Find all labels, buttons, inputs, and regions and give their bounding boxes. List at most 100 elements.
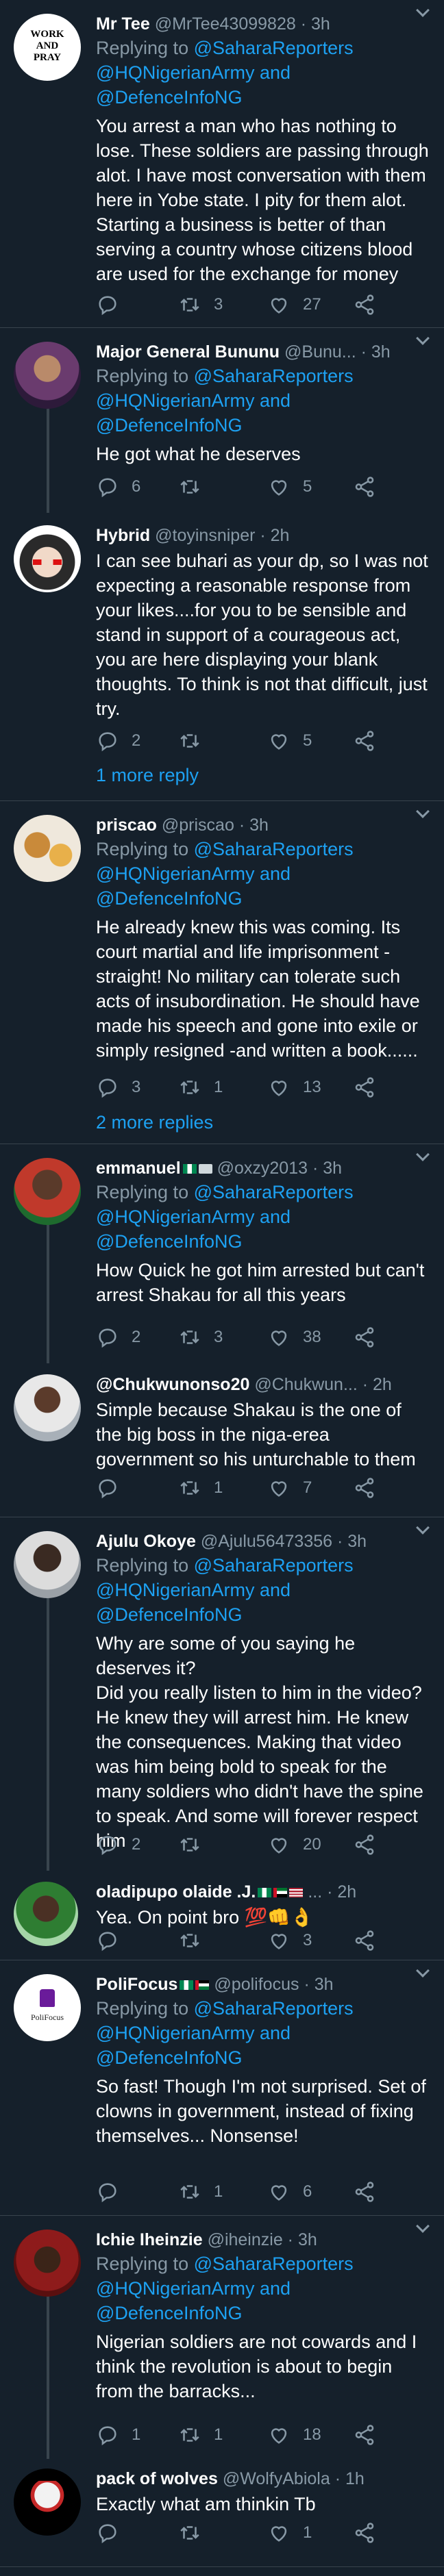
author-handle[interactable]: @priscao <box>162 816 234 835</box>
timestamp[interactable]: · 3h <box>361 342 391 362</box>
mention-link[interactable]: @SaharaReporters <box>194 2253 354 2274</box>
tweet[interactable]: pack of wolves @WolfyAbiola · 1h Exactly… <box>0 2459 444 2565</box>
mention-link[interactable]: @SaharaReporters <box>194 38 354 58</box>
like-button[interactable]: 7 <box>267 1474 312 1502</box>
retweet-button[interactable]: 1 <box>178 1074 223 1101</box>
reply-button[interactable]: 2 <box>96 727 140 755</box>
reply-button[interactable] <box>96 2178 132 2206</box>
mention-link[interactable]: @HQNigerianArmy and <box>96 62 291 83</box>
retweet-button[interactable]: 1 <box>178 1474 223 1502</box>
author-handle[interactable]: @oxzy2013 <box>217 1159 308 1178</box>
tweet[interactable]: oladipupo olaide .J. ... · 2h Yea. On po… <box>0 1871 444 1960</box>
retweet-button[interactable] <box>178 1831 214 1858</box>
avatar[interactable] <box>14 815 81 882</box>
share-button[interactable] <box>353 1074 376 1101</box>
like-button[interactable]: 18 <box>267 2421 321 2449</box>
tweet[interactable]: Ichie Iheinzie @iheinzie · 3h Replying t… <box>0 2216 444 2459</box>
author-handle[interactable]: @Bunu... <box>284 342 356 362</box>
timestamp[interactable]: · 1h <box>335 2469 365 2488</box>
author-name[interactable]: PoliFocus <box>96 1975 177 1994</box>
like-button[interactable]: 27 <box>267 291 321 318</box>
author-handle[interactable]: ... <box>308 1882 322 1902</box>
like-button[interactable]: 1 <box>267 2519 312 2547</box>
mention-link[interactable]: @HQNigerianArmy and <box>96 2278 291 2299</box>
tweet[interactable]: Hybrid @toyinsniper · 2h I can see buhar… <box>0 513 444 800</box>
timestamp[interactable]: · 2h <box>260 526 289 545</box>
reply-button[interactable] <box>96 291 132 318</box>
author-handle[interactable]: @polifocus <box>214 1975 299 1994</box>
author-name[interactable]: Ichie Iheinzie <box>96 2230 203 2249</box>
like-button[interactable]: 5 <box>267 727 312 755</box>
timestamp[interactable]: · 3h <box>304 1975 333 1994</box>
reply-button[interactable] <box>96 1474 132 1502</box>
share-button[interactable] <box>353 2519 376 2547</box>
share-button[interactable] <box>353 2178 376 2206</box>
retweet-button[interactable]: 3 <box>178 1324 223 1351</box>
share-button[interactable] <box>353 291 376 318</box>
timestamp[interactable]: · 3h <box>301 14 330 34</box>
show-more-replies-link[interactable]: 1 more reply <box>96 765 199 786</box>
mention-link[interactable]: @HQNigerianArmy and <box>96 2023 291 2043</box>
mention-link[interactable]: @DefenceInfoNG <box>96 1604 243 1625</box>
like-button[interactable]: 20 <box>267 1831 321 1858</box>
like-button[interactable]: 5 <box>267 473 312 501</box>
reply-button[interactable]: 6 <box>96 473 140 501</box>
author-handle[interactable]: @Ajulu56473356 <box>201 1532 332 1551</box>
author-name[interactable]: emmanuel <box>96 1159 181 1178</box>
reply-button[interactable]: 1 <box>96 2421 140 2449</box>
author-name[interactable]: priscao <box>96 816 157 835</box>
avatar[interactable]: PoliFocus <box>14 1974 81 2041</box>
mention-link[interactable]: @HQNigerianArmy and <box>96 390 291 411</box>
like-button[interactable]: 3 <box>267 1927 312 1954</box>
mention-link[interactable]: @HQNigerianArmy and <box>96 1207 291 1227</box>
author-handle[interactable]: @WolfyAbiola <box>223 2469 330 2488</box>
author-name[interactable]: Major General Bununu <box>96 342 280 362</box>
retweet-button[interactable]: 1 <box>178 2421 223 2449</box>
tweet[interactable]: WORK AND PRAY Mr Tee @MrTee43099828 · 3h… <box>0 0 444 327</box>
tweet[interactable]: priscao @priscao · 3h Replying to @Sahar… <box>0 801 444 1144</box>
show-more-replies-link[interactable]: 2 more replies <box>96 1112 213 1133</box>
mention-link[interactable]: @HQNigerianArmy and <box>96 863 291 884</box>
tweet[interactable]: Ajulu Okoye @Ajulu56473356 · 3h Replying… <box>0 1517 444 1871</box>
mention-link[interactable]: @SaharaReporters <box>194 366 354 386</box>
avatar[interactable]: WORK AND PRAY <box>14 14 81 81</box>
reply-button[interactable]: 2 <box>96 1831 140 1858</box>
author-name[interactable]: pack of wolves <box>96 2469 218 2488</box>
timestamp[interactable]: · 3h <box>312 1159 342 1178</box>
mention-link[interactable]: @DefenceInfoNG <box>96 1231 243 1252</box>
tweet[interactable]: PoliFocus PoliFocus @polifocus · 3h Repl… <box>0 1960 444 2215</box>
author-handle[interactable]: @iheinzie <box>208 2230 283 2249</box>
reply-button[interactable] <box>96 2519 132 2547</box>
mention-link[interactable]: @SaharaReporters <box>194 839 354 859</box>
author-name[interactable]: Ajulu Okoye <box>96 1532 196 1551</box>
timestamp[interactable]: · 3h <box>288 2230 317 2249</box>
mention-link[interactable]: @SaharaReporters <box>194 1555 354 1576</box>
timestamp[interactable]: · 3h <box>337 1532 367 1551</box>
like-button[interactable]: 6 <box>267 2178 312 2206</box>
reply-button[interactable]: 3 <box>96 1074 140 1101</box>
like-button[interactable]: 38 <box>267 1324 321 1351</box>
avatar[interactable] <box>14 2230 81 2297</box>
share-button[interactable] <box>353 1927 376 1954</box>
timestamp[interactable]: · 2h <box>362 1375 392 1394</box>
avatar[interactable] <box>14 1158 81 1225</box>
author-name[interactable]: oladipupo olaide .J. <box>96 1882 256 1902</box>
retweet-button[interactable]: 1 <box>178 2178 223 2206</box>
avatar[interactable] <box>14 2468 81 2536</box>
retweet-button[interactable] <box>178 2519 214 2547</box>
mention-link[interactable]: @DefenceInfoNG <box>96 888 243 909</box>
share-button[interactable] <box>353 473 376 501</box>
reply-button[interactable]: 2 <box>96 1324 140 1351</box>
avatar[interactable] <box>14 1882 78 1946</box>
share-button[interactable] <box>353 1324 376 1351</box>
reply-button[interactable] <box>96 1927 132 1954</box>
mention-link[interactable]: @HQNigerianArmy and <box>96 1580 291 1600</box>
author-name[interactable]: @Chukwunonso20 <box>96 1375 249 1394</box>
mention-link[interactable]: @DefenceInfoNG <box>96 415 243 435</box>
avatar[interactable] <box>14 1374 81 1441</box>
mention-link[interactable]: @DefenceInfoNG <box>96 87 243 108</box>
share-button[interactable] <box>353 2421 376 2449</box>
avatar[interactable] <box>14 1531 81 1598</box>
timestamp[interactable]: · 3h <box>239 816 269 835</box>
avatar[interactable] <box>14 342 81 409</box>
